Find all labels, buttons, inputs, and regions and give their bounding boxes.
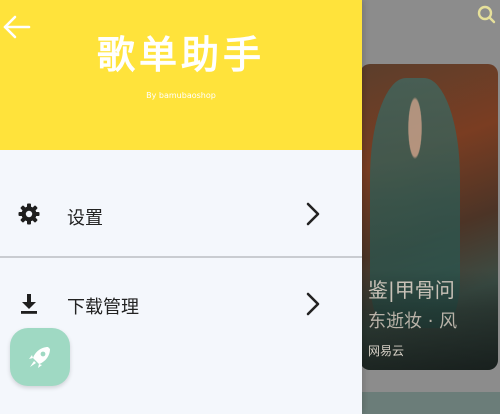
chevron-right-icon <box>306 202 320 226</box>
app-title: 歌单助手 <box>96 33 265 77</box>
rocket-icon <box>29 347 50 368</box>
playlist-card[interactable]: 鉴|甲骨问 东逝妆 · 风 网易云 <box>360 64 498 370</box>
drawer-header: 歌单助手 By bamubaoshop <box>0 0 362 150</box>
card-title-line2: 东逝妆 · 风 <box>368 311 458 332</box>
app-subtitle: By bamubaoshop <box>146 91 216 100</box>
menu-item-settings-label: 设置 <box>67 208 103 229</box>
gear-icon <box>18 203 40 225</box>
card-title: 鉴|甲骨问 <box>368 278 455 302</box>
menu-item-settings[interactable]: 设置 <box>0 162 362 262</box>
navigation-drawer: 歌单助手 By bamubaoshop 设置 下载管理 <box>0 0 362 414</box>
menu-item-download-label: 下载管理 <box>67 297 139 318</box>
download-icon <box>21 294 37 314</box>
next-card-peek <box>360 392 500 414</box>
floating-action-button[interactable] <box>10 328 70 386</box>
search-icon[interactable] <box>476 4 496 24</box>
chevron-right-icon <box>306 292 320 316</box>
card-author: 网易云 <box>368 344 405 358</box>
